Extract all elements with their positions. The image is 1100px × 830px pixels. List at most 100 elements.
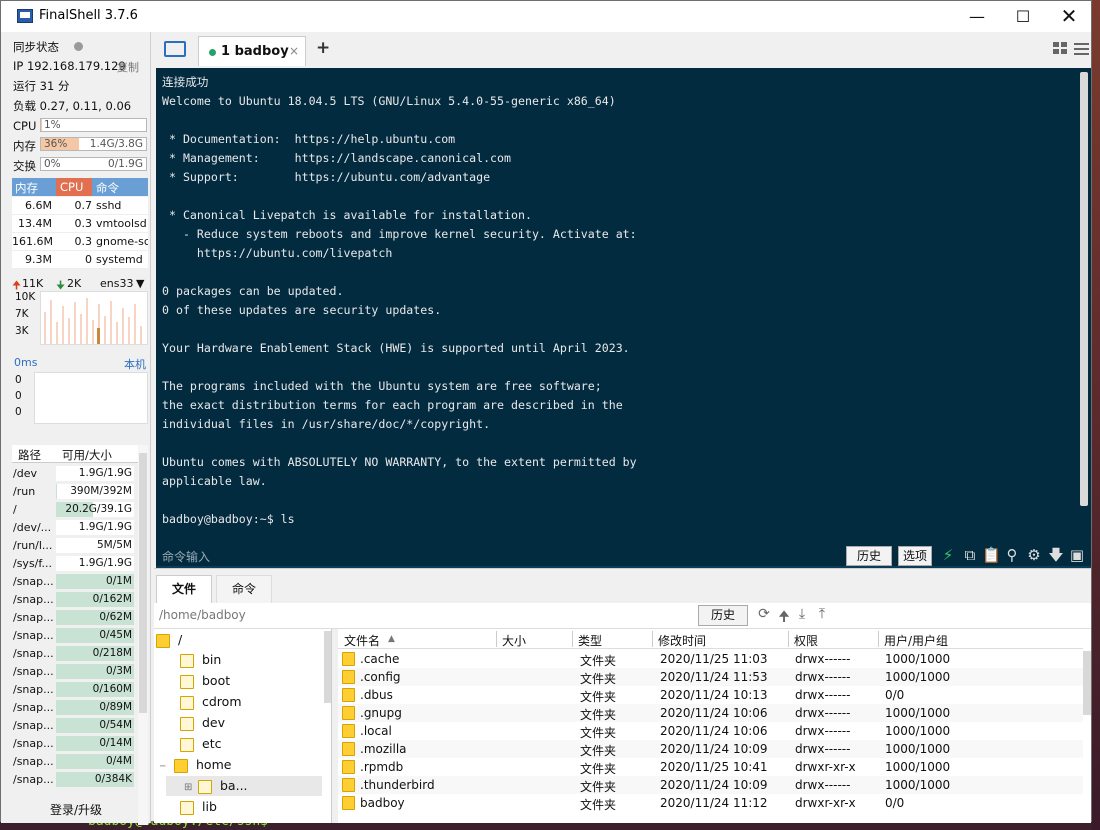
- layout-grid-icon[interactable]: [1053, 42, 1067, 55]
- terminal-panel[interactable]: 连接成功 Welcome to Ubuntu 18.04.5 LTS (GNU/L…: [156, 68, 1091, 568]
- disk-row[interactable]: /snap... 0/45M: [12, 627, 148, 645]
- file-row[interactable]: .config 文件夹 2020/11/24 11:53 drwx------ 1000…: [338, 668, 1083, 686]
- terminal-line: Ubuntu comes with ABSOLUTELY NO WARRANTY…: [162, 455, 637, 469]
- file-row[interactable]: .local 文件夹 2020/11/24 10:06 drwx------ 1000/…: [338, 722, 1083, 740]
- sidebar-scrollbar[interactable]: [138, 445, 148, 825]
- proc-header-cpu[interactable]: CPU: [56, 178, 92, 196]
- tree-item[interactable]: boot: [180, 673, 230, 693]
- column-name[interactable]: 文件名: [344, 632, 380, 649]
- lightning-icon[interactable]: ⚡: [939, 545, 957, 565]
- disk-row[interactable]: /dev 1.9G/1.9G: [12, 465, 148, 483]
- upload-icon[interactable]: ⤒: [814, 606, 830, 626]
- file-owner: 1000/1000: [885, 706, 951, 720]
- close-window-button[interactable]: ✕: [1046, 1, 1092, 32]
- disk-row[interactable]: /snap... 0/89M: [12, 699, 148, 717]
- disk-row[interactable]: /snap... 0/54M: [12, 717, 148, 735]
- history-button[interactable]: 历史: [846, 546, 892, 566]
- tree-item-home[interactable]: ─ home: [160, 757, 231, 777]
- file-row[interactable]: .thunderbird 文件夹 2020/11/24 10:09 drwx-----…: [338, 776, 1083, 794]
- collapse-icon[interactable]: ─: [160, 762, 174, 772]
- search-icon[interactable]: ⚲: [1003, 545, 1021, 565]
- proc-header-memory[interactable]: 内存: [15, 180, 38, 196]
- file-list-scrollbar[interactable]: [1083, 651, 1091, 715]
- gear-icon[interactable]: ⚙: [1025, 545, 1043, 565]
- cpu-meter: 1%: [40, 118, 147, 132]
- disk-path: /run: [13, 485, 36, 498]
- tree-item[interactable]: dev: [180, 715, 225, 735]
- tree-item[interactable]: bin: [180, 652, 221, 672]
- disk-path: /snap...: [13, 719, 54, 732]
- login-upgrade-button[interactable]: 登录/升级: [1, 797, 151, 823]
- path-history-button[interactable]: 历史: [698, 605, 748, 626]
- up-arrow-icon[interactable]: 🠉: [776, 606, 792, 626]
- tree-item-selected[interactable]: ⊞ ba...: [184, 778, 248, 798]
- disk-row[interactable]: /snap... 0/3M: [12, 663, 148, 681]
- disk-header-path[interactable]: 路径: [18, 447, 41, 463]
- tree-item[interactable]: lib: [180, 799, 217, 819]
- disk-row[interactable]: /snap... 0/4M: [12, 753, 148, 771]
- tree-item-root[interactable]: /: [156, 632, 182, 652]
- tree-scrollbar[interactable]: [324, 631, 331, 703]
- column-permissions[interactable]: 权限: [794, 632, 818, 649]
- file-row[interactable]: .cache 文件夹 2020/11/25 11:03 drwx------ 1000/…: [338, 650, 1083, 668]
- process-row[interactable]: 9.3M 0 systemd: [12, 251, 148, 269]
- file-row[interactable]: .mozilla 文件夹 2020/11/24 10:09 drwx------ 100…: [338, 740, 1083, 758]
- column-size[interactable]: 大小: [502, 632, 526, 649]
- paste-icon[interactable]: 📋: [982, 545, 1001, 565]
- folder-icon: [180, 716, 194, 731]
- process-row[interactable]: 6.6M 0.7 sshd: [12, 197, 148, 215]
- path-input[interactable]: /home/badboy: [159, 608, 246, 622]
- disk-row[interactable]: /dev/... 1.9G/1.9G: [12, 519, 148, 537]
- file-row[interactable]: .dbus 文件夹 2020/11/24 10:13 drwx------ 0/0: [338, 686, 1083, 704]
- column-owner[interactable]: 用户/用户组: [884, 632, 948, 649]
- expand-icon[interactable]: ⊞: [184, 782, 198, 793]
- chevron-down-icon[interactable]: ▼: [136, 277, 144, 290]
- proc-header-command[interactable]: 命令: [96, 180, 119, 196]
- minimize-button[interactable]: —: [954, 1, 1000, 32]
- title-bar[interactable]: FinalShell 3.7.6 — ☐ ✕: [1, 1, 1091, 32]
- download-icon[interactable]: ⤓: [794, 606, 810, 626]
- tab-files[interactable]: 文件: [156, 575, 212, 603]
- download-rate: 2K: [67, 277, 82, 290]
- process-row[interactable]: 161.6M 0.3 gnome-sc: [12, 233, 148, 251]
- column-modified[interactable]: 修改时间: [658, 632, 706, 649]
- disk-row[interactable]: /snap... 0/384K: [12, 771, 148, 789]
- window-icon[interactable]: ▣: [1068, 545, 1086, 565]
- disk-row[interactable]: /run 390M/392M: [12, 483, 148, 501]
- maximize-button[interactable]: ☐: [1000, 1, 1046, 32]
- disk-row[interactable]: /sys/f... 1.9G/1.9G: [12, 555, 148, 573]
- terminal-output[interactable]: 连接成功 Welcome to Ubuntu 18.04.5 LTS (GNU/L…: [162, 73, 1074, 529]
- terminal-scrollbar[interactable]: [1080, 72, 1088, 506]
- column-type[interactable]: 类型: [578, 632, 602, 649]
- folder-open-icon[interactable]: [164, 41, 186, 57]
- disk-row[interactable]: /snap... 0/160M: [12, 681, 148, 699]
- add-tab-button[interactable]: +: [316, 38, 330, 58]
- sort-ascending-icon[interactable]: ▲: [388, 634, 395, 644]
- disk-row[interactable]: / 20.2G/39.1G: [12, 501, 148, 519]
- disk-header-size[interactable]: 可用/大小: [62, 447, 112, 463]
- tree-item[interactable]: etc: [180, 736, 221, 756]
- copy-icon[interactable]: ⧉: [961, 545, 979, 565]
- disk-row[interactable]: /snap... 0/218M: [12, 645, 148, 663]
- disk-row[interactable]: /snap... 0/14M: [12, 735, 148, 753]
- arrow-down-icon[interactable]: 🡇: [1047, 545, 1065, 565]
- close-tab-icon[interactable]: ×: [289, 44, 299, 58]
- refresh-icon[interactable]: ⟳: [756, 606, 772, 626]
- tree-item[interactable]: cdrom: [180, 694, 242, 714]
- copy-ip-link[interactable]: 复制: [117, 59, 139, 75]
- command-input[interactable]: 命令输入: [162, 548, 210, 565]
- network-interface-select[interactable]: ens33: [100, 277, 133, 290]
- file-row[interactable]: .gnupg 文件夹 2020/11/24 10:06 drwx------ 1000/…: [338, 704, 1083, 722]
- disk-row[interactable]: /run/l... 5M/5M: [12, 537, 148, 555]
- disk-row[interactable]: /snap... 0/162M: [12, 591, 148, 609]
- tab-commands[interactable]: 命令: [216, 575, 272, 603]
- file-row[interactable]: .rpmdb 文件夹 2020/11/25 10:41 drwxr-xr-x 1000/…: [338, 758, 1083, 776]
- terminal-line: Your Hardware Enablement Stack (HWE) is …: [162, 341, 630, 355]
- session-tab[interactable]: 1 badboy ×: [198, 36, 306, 66]
- process-row[interactable]: 13.4M 0.3 vmtoolsd: [12, 215, 148, 233]
- file-row[interactable]: badboy 文件夹 2020/11/24 11:12 drwxr-xr-x 0/0: [338, 794, 1083, 812]
- menu-icon[interactable]: [1074, 42, 1089, 55]
- disk-row[interactable]: /snap... 0/62M: [12, 609, 148, 627]
- disk-row[interactable]: /snap... 0/1M: [12, 573, 148, 591]
- options-button[interactable]: 选项: [898, 546, 932, 566]
